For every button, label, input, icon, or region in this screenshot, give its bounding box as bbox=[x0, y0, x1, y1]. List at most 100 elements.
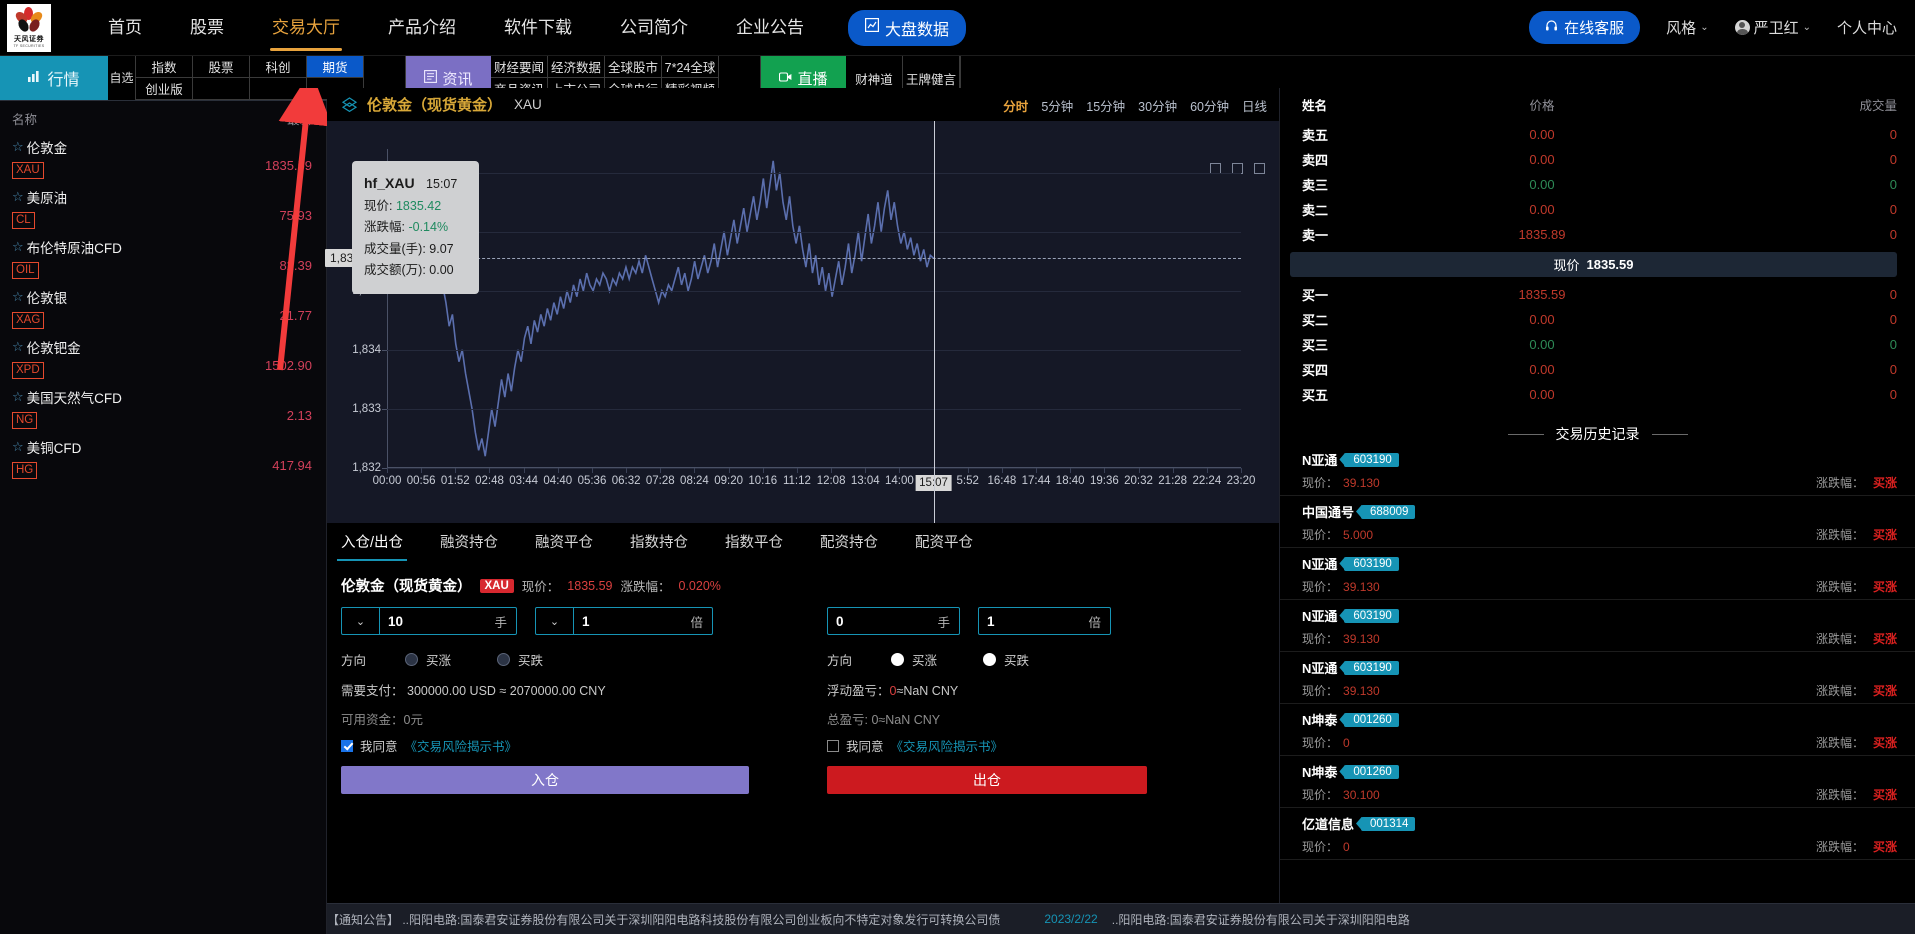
history-buy-action[interactable]: 买涨 bbox=[1873, 474, 1897, 491]
timeframe-15分钟[interactable]: 15分钟 bbox=[1086, 96, 1125, 115]
brand-logo[interactable]: 天风证券 TF SECURITIES bbox=[7, 4, 51, 52]
history-buy-action[interactable]: 买涨 bbox=[1873, 838, 1897, 855]
user-menu[interactable]: 严卫红 ⌄ bbox=[1735, 17, 1811, 38]
watchlist-item[interactable]: ☆布伦特原油CFDOIL82.39 bbox=[0, 231, 326, 281]
watchlist-item[interactable]: ☆美铜CFDHG417.94 bbox=[0, 431, 326, 481]
open-direction-up[interactable]: 买涨 bbox=[405, 650, 451, 669]
market-cell-0[interactable]: 指数 bbox=[136, 56, 193, 78]
timeframe-60分钟[interactable]: 60分钟 bbox=[1190, 96, 1229, 115]
news-ticker[interactable]: 【通知公告】 ..阳阳电路:国泰君安证券股份有限公司关于深圳阳阳电路科技股份有限… bbox=[327, 903, 1915, 934]
chart-body[interactable]: 1,8321,8331,8341,8351,8361,83700:0000:56… bbox=[327, 121, 1279, 523]
watchlist-item[interactable]: ☆美国天然气CFDNG2.13 bbox=[0, 381, 326, 431]
close-qty-field[interactable]: 手 bbox=[827, 607, 960, 635]
open-agree-checkbox[interactable] bbox=[341, 740, 353, 752]
history-item[interactable]: N亚通603190现价：39.130涨跌幅：买涨 bbox=[1280, 600, 1915, 652]
star-icon[interactable]: ☆ bbox=[12, 389, 24, 405]
market-cell-1[interactable]: 股票 bbox=[193, 56, 250, 78]
timeframe-5分钟[interactable]: 5分钟 bbox=[1041, 96, 1073, 115]
history-item[interactable]: N坤泰001260现价：30.100涨跌幅：买涨 bbox=[1280, 756, 1915, 808]
market-cell-4[interactable]: 创业版 bbox=[136, 78, 193, 100]
orderbook-row: 卖四0.000 bbox=[1280, 147, 1915, 172]
close-leverage-input[interactable] bbox=[979, 614, 1051, 629]
watchlist-item[interactable]: ☆美原油CL75.93 bbox=[0, 181, 326, 231]
market-cell-2[interactable]: 科创 bbox=[250, 56, 307, 78]
open-qty-dropdown-icon[interactable]: ⌄ bbox=[342, 608, 380, 634]
nav-item-4[interactable]: 软件下载 bbox=[480, 0, 596, 56]
timeframe-30分钟[interactable]: 30分钟 bbox=[1138, 96, 1177, 115]
open-direction-down[interactable]: 买跌 bbox=[497, 650, 543, 669]
star-icon[interactable]: ☆ bbox=[12, 289, 24, 305]
timeframe-分时[interactable]: 分时 bbox=[1003, 96, 1028, 115]
personal-center-link[interactable]: 个人中心 bbox=[1837, 17, 1897, 38]
close-qty-input[interactable] bbox=[828, 614, 900, 629]
trade-tab-3[interactable]: 指数持仓 bbox=[630, 523, 688, 563]
history-buy-action[interactable]: 买涨 bbox=[1873, 526, 1897, 543]
history-price-value: 39.130 bbox=[1343, 476, 1380, 490]
y-gridline bbox=[387, 173, 1241, 174]
star-icon[interactable]: ☆ bbox=[12, 239, 24, 255]
zixuan-tab[interactable]: 自选 bbox=[108, 56, 136, 100]
history-buy-action[interactable]: 买涨 bbox=[1873, 682, 1897, 699]
news-cell-2[interactable]: 全球股市 bbox=[605, 56, 662, 78]
open-qty-input[interactable] bbox=[380, 614, 480, 629]
open-qty-field[interactable]: ⌄ 手 bbox=[341, 607, 517, 635]
star-icon[interactable]: ☆ bbox=[12, 439, 24, 455]
history-item[interactable]: N坤泰001260现价：0涨跌幅：买涨 bbox=[1280, 704, 1915, 756]
trade-tab-6[interactable]: 配资平仓 bbox=[915, 523, 973, 563]
open-agree-row[interactable]: 我同意 《交易风险揭示书》 bbox=[341, 736, 817, 755]
fullscreen-icon[interactable] bbox=[1254, 163, 1265, 174]
trade-tab-2[interactable]: 融资平仓 bbox=[535, 523, 593, 563]
history-item-body: 现价：0涨跌幅：买涨 bbox=[1302, 838, 1897, 855]
history-item[interactable]: N亚通603190现价：39.130涨跌幅：买涨 bbox=[1280, 548, 1915, 600]
close-agree-checkbox[interactable] bbox=[827, 740, 839, 752]
trade-tab-1[interactable]: 融资持仓 bbox=[440, 523, 498, 563]
close-agree-row[interactable]: 我同意 《交易风险揭示书》 bbox=[827, 736, 1247, 755]
news-cell-1[interactable]: 经济数据 bbox=[548, 56, 605, 78]
close-leverage-field[interactable]: 倍 bbox=[978, 607, 1111, 635]
market-data-button[interactable]: 大盘数据 bbox=[848, 10, 966, 46]
open-leverage-field[interactable]: ⌄ 倍 bbox=[535, 607, 713, 635]
close-agree-link[interactable]: 《交易风险揭示书》 bbox=[891, 736, 1004, 755]
news-cell-0[interactable]: 财经要闻 bbox=[491, 56, 548, 78]
nav-item-3[interactable]: 产品介绍 bbox=[364, 0, 480, 56]
nav-item-2[interactable]: 交易大厅 bbox=[248, 0, 364, 56]
history-item-head: N亚通603190 bbox=[1302, 658, 1897, 677]
nav-item-5[interactable]: 公司简介 bbox=[596, 0, 712, 56]
nav-item-0[interactable]: 首页 bbox=[84, 0, 166, 56]
open-position-button[interactable]: 入仓 bbox=[341, 766, 749, 794]
history-item[interactable]: N亚通603190现价：39.130涨跌幅：买涨 bbox=[1280, 444, 1915, 496]
style-menu[interactable]: 风格 ⌄ bbox=[1666, 17, 1708, 38]
history-item[interactable]: 中国通号688009现价：5.000涨跌幅：买涨 bbox=[1280, 496, 1915, 548]
close-direction-up[interactable]: 买涨 bbox=[891, 650, 937, 669]
trade-tab-4[interactable]: 指数平仓 bbox=[725, 523, 783, 563]
news-cell-3[interactable]: 7*24全球 bbox=[662, 56, 719, 78]
history-buy-action[interactable]: 买涨 bbox=[1873, 734, 1897, 751]
timeframe-日线[interactable]: 日线 bbox=[1242, 96, 1267, 115]
close-direction-down[interactable]: 买跌 bbox=[983, 650, 1029, 669]
history-item-name: N亚通 bbox=[1302, 554, 1337, 573]
history-item[interactable]: 亿道信息001314现价：0涨跌幅：买涨 bbox=[1280, 808, 1915, 860]
star-icon[interactable]: ☆ bbox=[12, 139, 24, 155]
online-service-button[interactable]: 在线客服 bbox=[1529, 11, 1640, 44]
star-icon[interactable]: ☆ bbox=[12, 339, 24, 355]
nav-item-6[interactable]: 企业公告 bbox=[712, 0, 828, 56]
open-agree-link[interactable]: 《交易风险揭示书》 bbox=[405, 736, 518, 755]
open-leverage-input[interactable] bbox=[574, 614, 674, 629]
close-position-button[interactable]: 出仓 bbox=[827, 766, 1147, 794]
history-buy-action[interactable]: 买涨 bbox=[1873, 630, 1897, 647]
history-item[interactable]: N亚通603190现价：39.130涨跌幅：买涨 bbox=[1280, 652, 1915, 704]
history-buy-action[interactable]: 买涨 bbox=[1873, 578, 1897, 595]
watchlist-item[interactable]: ☆伦敦钯金XPD1502.90 bbox=[0, 331, 326, 381]
history-buy-action[interactable]: 买涨 bbox=[1873, 786, 1897, 803]
watchlist-item[interactable]: ☆伦敦金XAU1835.59 bbox=[0, 131, 326, 181]
trade-tab-5[interactable]: 配资持仓 bbox=[820, 523, 878, 563]
open-leverage-dropdown-icon[interactable]: ⌄ bbox=[536, 608, 574, 634]
chart-plot-area[interactable]: 1,8321,8331,8341,8351,8361,83700:0000:56… bbox=[387, 149, 1241, 468]
history-item-right: 涨跌幅：买涨 bbox=[1816, 526, 1897, 543]
trade-tab-0[interactable]: 入仓/出仓 bbox=[341, 523, 403, 563]
watchlist-item[interactable]: ☆伦敦银XAG21.77 bbox=[0, 281, 326, 331]
nav-item-1[interactable]: 股票 bbox=[166, 0, 248, 56]
star-icon[interactable]: ☆ bbox=[12, 189, 24, 205]
market-cell-3[interactable]: 期货 bbox=[307, 56, 364, 78]
hangqing-button[interactable]: 行情 bbox=[0, 56, 108, 100]
